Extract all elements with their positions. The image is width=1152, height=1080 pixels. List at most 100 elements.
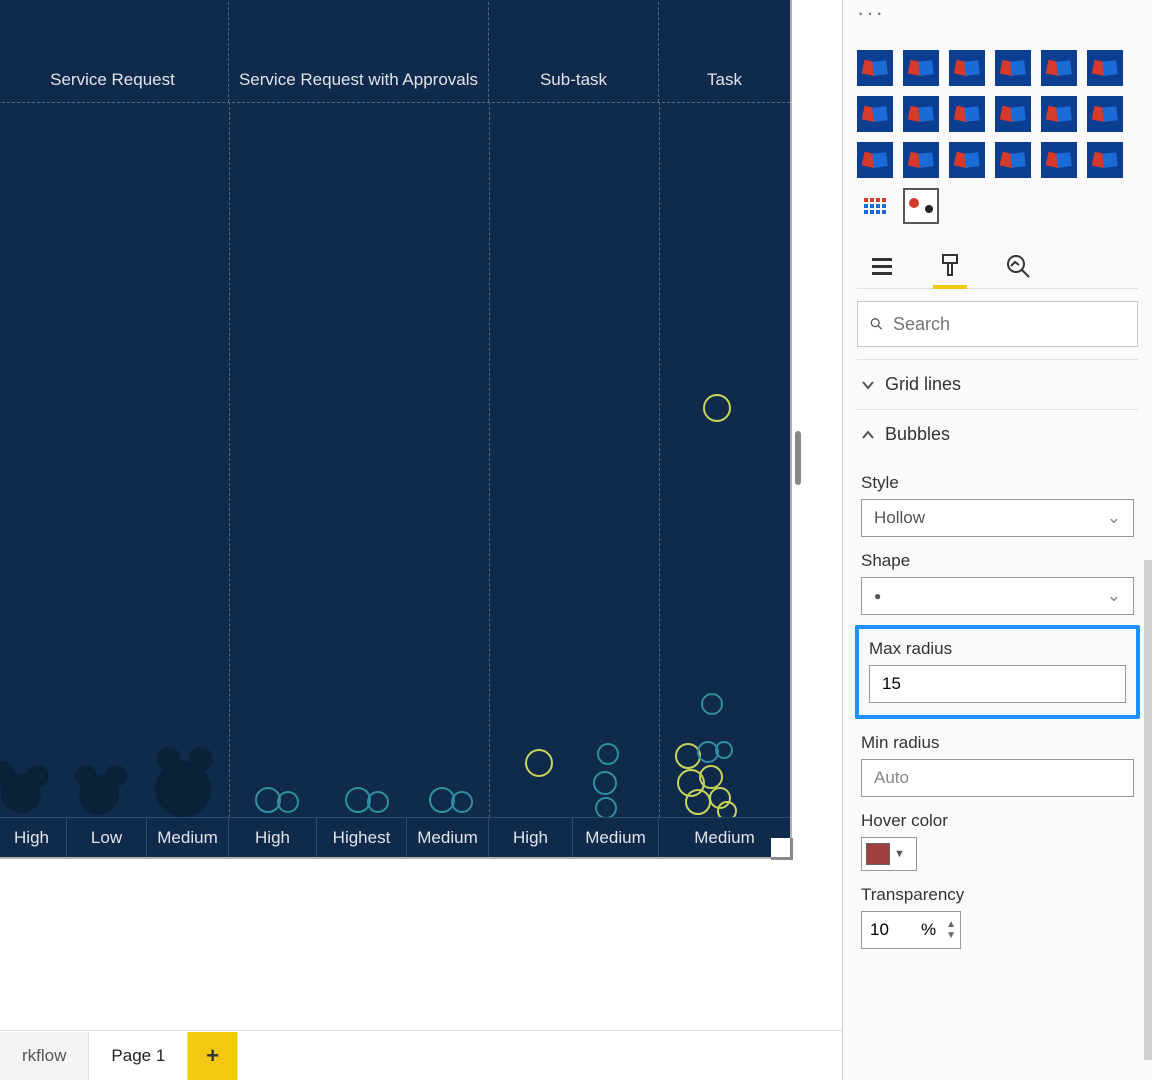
viz-type-icon[interactable]: [857, 96, 893, 132]
col-header: Service Request with Approvals: [229, 0, 489, 102]
bubble: [699, 765, 723, 789]
viz-type-selected-icon[interactable]: [903, 188, 939, 224]
search-box[interactable]: [857, 301, 1138, 347]
add-page-button[interactable]: +: [188, 1032, 238, 1080]
x-axis: High Low Medium High Highest Medium High…: [0, 817, 790, 857]
bubble: [593, 771, 617, 795]
viz-type-icon[interactable]: [1087, 96, 1123, 132]
col-header: Task: [659, 0, 790, 102]
tick: High: [229, 818, 317, 857]
viz-type-icon[interactable]: [903, 142, 939, 178]
page-tab-partial[interactable]: rkflow: [0, 1032, 89, 1080]
tick: Highest: [317, 818, 407, 857]
report-canvas-area: Service Request Service Request with App…: [0, 0, 842, 1080]
viz-gallery: [857, 36, 1138, 230]
spinner-unit: %: [921, 920, 942, 940]
bubble: [105, 765, 127, 787]
tick: Medium: [573, 818, 659, 857]
chevron-down-icon: ▼: [894, 848, 905, 860]
field-label-shape: Shape: [861, 551, 1134, 571]
bubble: [451, 791, 473, 813]
section-title: Grid lines: [885, 374, 961, 395]
dropdown-value: ●: [874, 589, 881, 603]
tick: High: [489, 818, 573, 857]
hover-color-picker[interactable]: ▼: [861, 837, 917, 871]
column-headers: Service Request Service Request with App…: [0, 0, 790, 102]
chevron-down-icon: ⌄: [1107, 586, 1121, 606]
viz-type-icon[interactable]: [857, 50, 893, 86]
tick: High: [0, 818, 67, 857]
viz-type-icon[interactable]: [1087, 50, 1123, 86]
viz-type-icon[interactable]: [857, 142, 893, 178]
bubble: [715, 741, 733, 759]
min-radius-input[interactable]: [874, 768, 1121, 788]
section-gridlines-header[interactable]: Grid lines: [857, 360, 1138, 409]
viz-type-icon[interactable]: [949, 96, 985, 132]
chart-visual[interactable]: Service Request Service Request with App…: [0, 0, 790, 857]
bubble: [703, 394, 731, 422]
tick: Low: [67, 818, 147, 857]
viz-type-icon[interactable]: [949, 142, 985, 178]
bubble: [701, 693, 723, 715]
field-label-transparency: Transparency: [861, 885, 1134, 905]
viz-type-icon[interactable]: [995, 50, 1031, 86]
bubble: [189, 747, 213, 771]
search-icon: [870, 314, 883, 334]
visualizations-pane: ···: [842, 0, 1152, 1080]
chevron-down-icon: ⌄: [1107, 508, 1121, 528]
viz-type-icon[interactable]: [1041, 50, 1077, 86]
col-header: Sub-task: [489, 0, 659, 102]
search-input[interactable]: [893, 314, 1125, 335]
section-title: Bubbles: [885, 424, 950, 445]
shape-dropdown[interactable]: ● ⌄: [861, 577, 1134, 615]
section-bubbles-header[interactable]: Bubbles: [857, 410, 1138, 459]
field-label-style: Style: [861, 473, 1134, 493]
max-radius-input[interactable]: [882, 674, 1113, 694]
panel-scrollbar[interactable]: [1144, 560, 1152, 1060]
bubble-plot-area: [0, 102, 790, 817]
bubble: [367, 791, 389, 813]
page-tab-active[interactable]: Page 1: [89, 1032, 188, 1080]
viz-type-grid-icon[interactable]: [857, 188, 893, 224]
spinner-value: 10: [862, 920, 921, 940]
tick: Medium: [407, 818, 489, 857]
col-header: Service Request: [0, 0, 229, 102]
fields-tab-icon[interactable]: [865, 244, 899, 288]
viz-type-icon[interactable]: [1087, 142, 1123, 178]
bubble: [157, 747, 181, 771]
analytics-tab-icon[interactable]: [1001, 244, 1035, 288]
pane-tabs: [857, 230, 1138, 289]
viz-type-icon[interactable]: [903, 50, 939, 86]
format-tab-icon[interactable]: [933, 244, 967, 288]
spinner-arrows-icon[interactable]: ▲▼: [942, 919, 960, 941]
chevron-up-icon: [861, 428, 875, 442]
field-label-max-radius: Max radius: [869, 639, 1126, 659]
viz-type-icon[interactable]: [995, 96, 1031, 132]
bubble: [597, 743, 619, 765]
viz-type-icon[interactable]: [995, 142, 1031, 178]
chevron-down-icon: [861, 378, 875, 392]
tick: Medium: [147, 818, 229, 857]
transparency-spinner[interactable]: 10 % ▲▼: [861, 911, 961, 949]
color-swatch-icon: [866, 843, 890, 865]
min-radius-input-wrap[interactable]: [861, 759, 1134, 797]
visual-scrollbar-thumb[interactable]: [795, 431, 801, 485]
style-dropdown[interactable]: Hollow ⌄: [861, 499, 1134, 537]
max-radius-input-wrap[interactable]: [869, 665, 1126, 703]
field-label-min-radius: Min radius: [861, 733, 1134, 753]
viz-type-icon[interactable]: [1041, 96, 1077, 132]
visual-container[interactable]: Service Request Service Request with App…: [0, 0, 792, 859]
viz-type-icon[interactable]: [903, 96, 939, 132]
viz-type-icon[interactable]: [949, 50, 985, 86]
bubble: [525, 749, 553, 777]
bubble: [277, 791, 299, 813]
page-tabs: rkflow Page 1 +: [0, 1030, 842, 1080]
viz-type-icon[interactable]: [1041, 142, 1077, 178]
bubble: [75, 765, 97, 787]
bubble: [685, 789, 711, 815]
pane-more-icon[interactable]: ···: [857, 0, 1138, 36]
dropdown-value: Hollow: [874, 508, 925, 528]
field-label-hover-color: Hover color: [861, 811, 1134, 831]
max-radius-highlight: Max radius: [855, 625, 1140, 719]
resize-handle-icon[interactable]: [771, 838, 793, 860]
